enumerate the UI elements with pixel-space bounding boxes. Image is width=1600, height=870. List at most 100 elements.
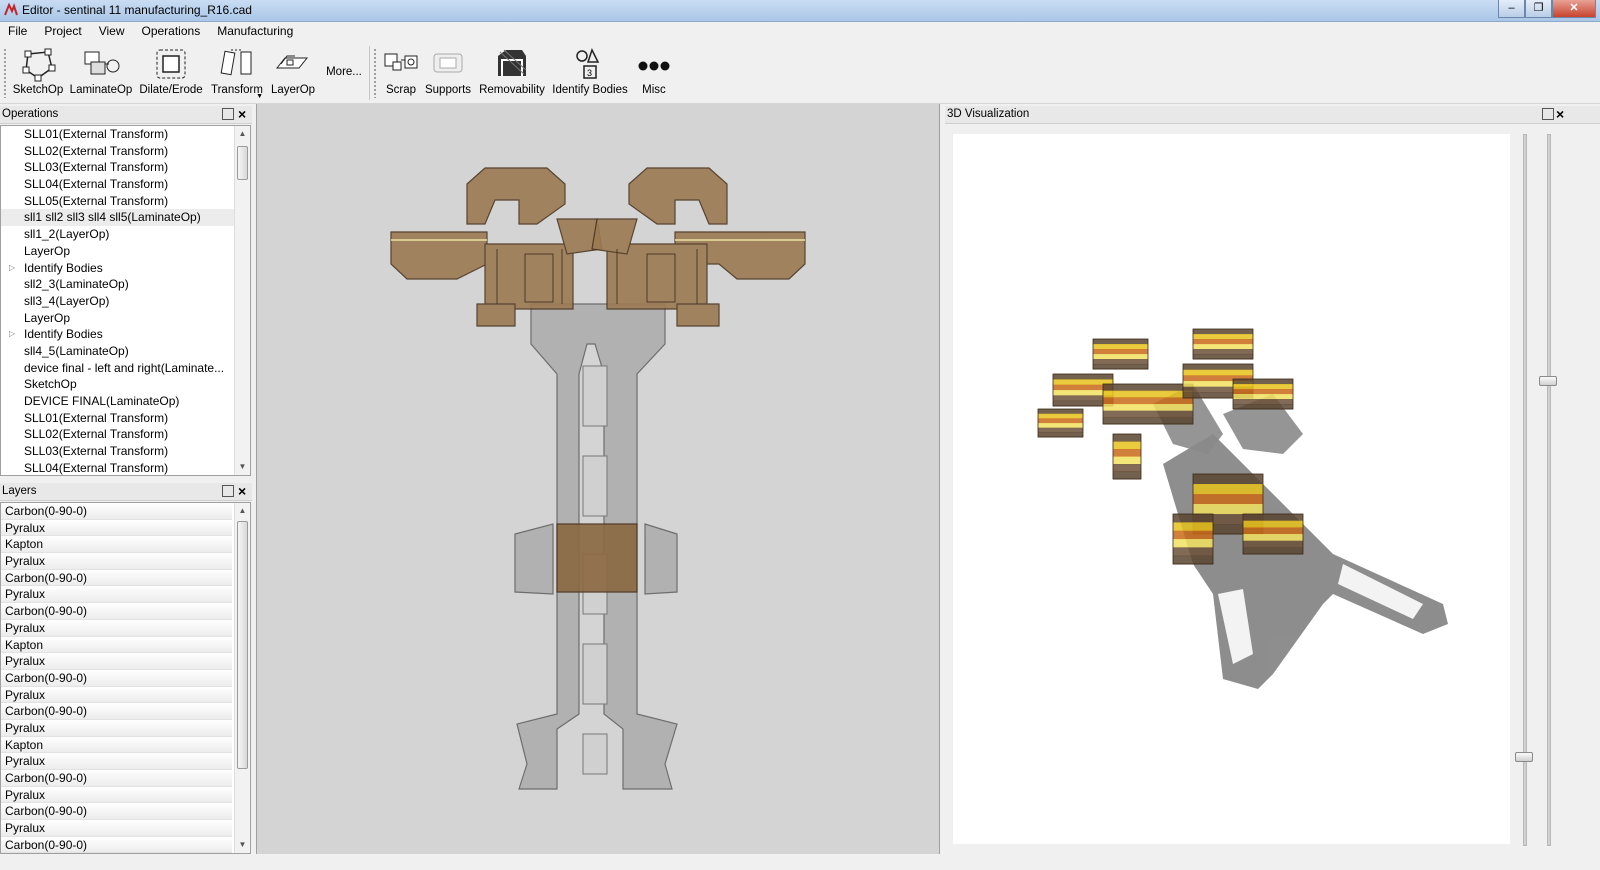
layerop-button[interactable]: LayerOp [270, 46, 316, 102]
layer-item[interactable]: Pyralux [1, 820, 232, 837]
layer-item[interactable]: Kapton [1, 736, 232, 754]
float-icon[interactable] [222, 108, 234, 120]
close-icon[interactable]: × [238, 106, 246, 122]
operation-item[interactable]: SLL03(External Transform) [1, 159, 250, 176]
layer-item[interactable]: Carbon(0-90-0) [1, 803, 232, 821]
zoom-slider-track[interactable] [1523, 134, 1527, 846]
layer-item[interactable]: Pyralux [1, 553, 232, 570]
minimize-button[interactable]: – [1498, 0, 1525, 18]
removability-button[interactable]: Removability [479, 46, 545, 102]
operation-item[interactable]: SLL02(External Transform) [1, 143, 250, 160]
operation-item[interactable]: LayerOp [1, 243, 250, 260]
float-icon[interactable] [222, 485, 234, 497]
supports-button[interactable]: Supports [424, 46, 472, 102]
scrap-button[interactable]: Scrap [382, 46, 420, 102]
supports-icon [433, 53, 463, 73]
operation-item[interactable]: sll2_3(LaminateOp) [1, 276, 250, 293]
operation-item[interactable]: sll3_4(LayerOp) [1, 293, 250, 310]
sketchop-label: SketchOp [12, 84, 64, 96]
operation-item[interactable]: LayerOp [1, 310, 250, 327]
scroll-down-icon[interactable]: ▼ [235, 837, 250, 853]
close-icon[interactable]: × [238, 483, 246, 499]
transform-dropdown-icon[interactable]: ▼ [256, 93, 263, 100]
scroll-down-icon[interactable]: ▼ [235, 459, 250, 475]
expand-icon[interactable]: ▷ [9, 326, 15, 343]
operation-item[interactable]: sll1 sll2 sll3 sll4 sll5(LaminateOp) [1, 209, 250, 227]
operation-item[interactable]: SLL01(External Transform) [1, 126, 250, 143]
operation-item[interactable]: SLL03(External Transform) [1, 443, 250, 460]
layer-item[interactable]: Pyralux [1, 586, 232, 604]
close-icon[interactable]: × [1556, 106, 1564, 122]
layer-item[interactable]: Pyralux [1, 653, 232, 670]
layer-item[interactable]: Carbon(0-90-0) [1, 603, 232, 620]
device-drawing[interactable] [257, 104, 941, 854]
layers-list[interactable]: Carbon(0-90-0) Pyralux Kapton Pyralux Carbon… [0, 502, 251, 854]
operation-label: SLL01(External Transform) [24, 127, 169, 141]
laminateop-label: LaminateOp [69, 84, 133, 96]
operations-scrollbar[interactable]: ▲ ▼ [234, 126, 250, 475]
operation-label: LayerOp [24, 243, 71, 258]
sketchop-button[interactable]: SketchOp [12, 46, 64, 102]
laminate-stack [1192, 328, 1254, 360]
layer-item[interactable]: Pyralux [1, 686, 232, 704]
layer-item[interactable]: Carbon(0-90-0) [1, 503, 232, 520]
operation-item[interactable]: SLL05(External Transform) [1, 193, 250, 210]
layer-item[interactable]: Kapton [1, 536, 232, 554]
identify-bodies-button[interactable]: 3 Identify Bodies [552, 46, 628, 102]
maximize-button[interactable]: ❐ [1525, 0, 1552, 18]
operation-label: device final - left and right(Laminate..… [24, 360, 225, 375]
layer-item[interactable]: Kapton [1, 636, 232, 654]
menu-view[interactable]: View [91, 22, 134, 42]
operation-item[interactable]: SLL01(External Transform) [1, 410, 250, 427]
layer-item[interactable]: Carbon(0-90-0) [1, 703, 232, 720]
scroll-up-icon[interactable]: ▲ [235, 503, 250, 519]
layer-item[interactable]: Pyralux [1, 519, 232, 537]
operation-item[interactable]: ▷ Identify Bodies [1, 260, 250, 277]
float-icon[interactable] [1542, 108, 1554, 120]
operation-item[interactable]: SLL04(External Transform) [1, 176, 250, 193]
scroll-thumb[interactable] [237, 146, 248, 180]
close-button[interactable]: ✕ [1552, 0, 1596, 18]
layer-item[interactable]: Pyralux [1, 619, 232, 637]
menu-file[interactable]: File [0, 22, 36, 42]
layer-item[interactable]: Pyralux [1, 786, 232, 804]
layers-scrollbar[interactable]: ▲ ▼ [234, 503, 250, 853]
layer-slider-track[interactable] [1547, 134, 1551, 846]
menu-operations[interactable]: Operations [134, 22, 210, 42]
operation-label: sll2_3(LaminateOp) [24, 277, 129, 292]
layer-item[interactable]: Carbon(0-90-0) [1, 669, 232, 687]
layer-item[interactable]: Carbon(0-90-0) [1, 836, 232, 853]
scroll-thumb[interactable] [237, 521, 248, 769]
operation-label: DEVICE FINAL(LaminateOp) [24, 394, 180, 408]
toolbar-grip[interactable] [373, 48, 377, 98]
zoom-slider-handle[interactable] [1515, 752, 1533, 762]
operation-item[interactable]: SLL02(External Transform) [1, 426, 250, 443]
layer-item[interactable]: Pyralux [1, 753, 232, 770]
misc-button[interactable]: Misc [634, 46, 674, 102]
operation-label: SLL04(External Transform) [24, 460, 169, 475]
layer-slider-handle[interactable] [1539, 376, 1557, 386]
transform-button[interactable]: Transform ▼ [211, 46, 263, 102]
operation-item[interactable]: SketchOp [1, 376, 250, 393]
operation-item[interactable]: DEVICE FINAL(LaminateOp) [1, 393, 250, 410]
operation-item[interactable]: sll4_5(LaminateOp) [1, 343, 250, 360]
operation-item[interactable]: ▷ Identify Bodies [1, 326, 250, 343]
expand-icon[interactable]: ▷ [9, 260, 15, 277]
toolbar-grip[interactable] [3, 48, 7, 98]
operation-item[interactable]: sll1_2(LayerOp) [1, 226, 250, 243]
operations-list[interactable]: SLL01(External Transform) SLL02(External … [0, 125, 251, 476]
menu-manufacturing[interactable]: Manufacturing [209, 22, 302, 42]
3d-viewport[interactable] [953, 134, 1510, 844]
menu-project[interactable]: Project [36, 22, 90, 42]
3d-model-render[interactable] [953, 134, 1510, 844]
layer-item[interactable]: Carbon(0-90-0) [1, 770, 232, 787]
removability-icon [498, 49, 527, 76]
operation-item[interactable]: SLL04(External Transform) [1, 460, 250, 475]
sketch-canvas[interactable] [256, 104, 940, 854]
dilate-erode-button[interactable]: Dilate/Erode [139, 46, 203, 102]
scroll-up-icon[interactable]: ▲ [235, 126, 250, 142]
layer-item[interactable]: Pyralux [1, 719, 232, 737]
operation-item[interactable]: device final - left and right(Laminate..… [1, 360, 250, 377]
layer-item[interactable]: Carbon(0-90-0) [1, 569, 232, 587]
laminateop-button[interactable]: LaminateOp [69, 46, 133, 102]
